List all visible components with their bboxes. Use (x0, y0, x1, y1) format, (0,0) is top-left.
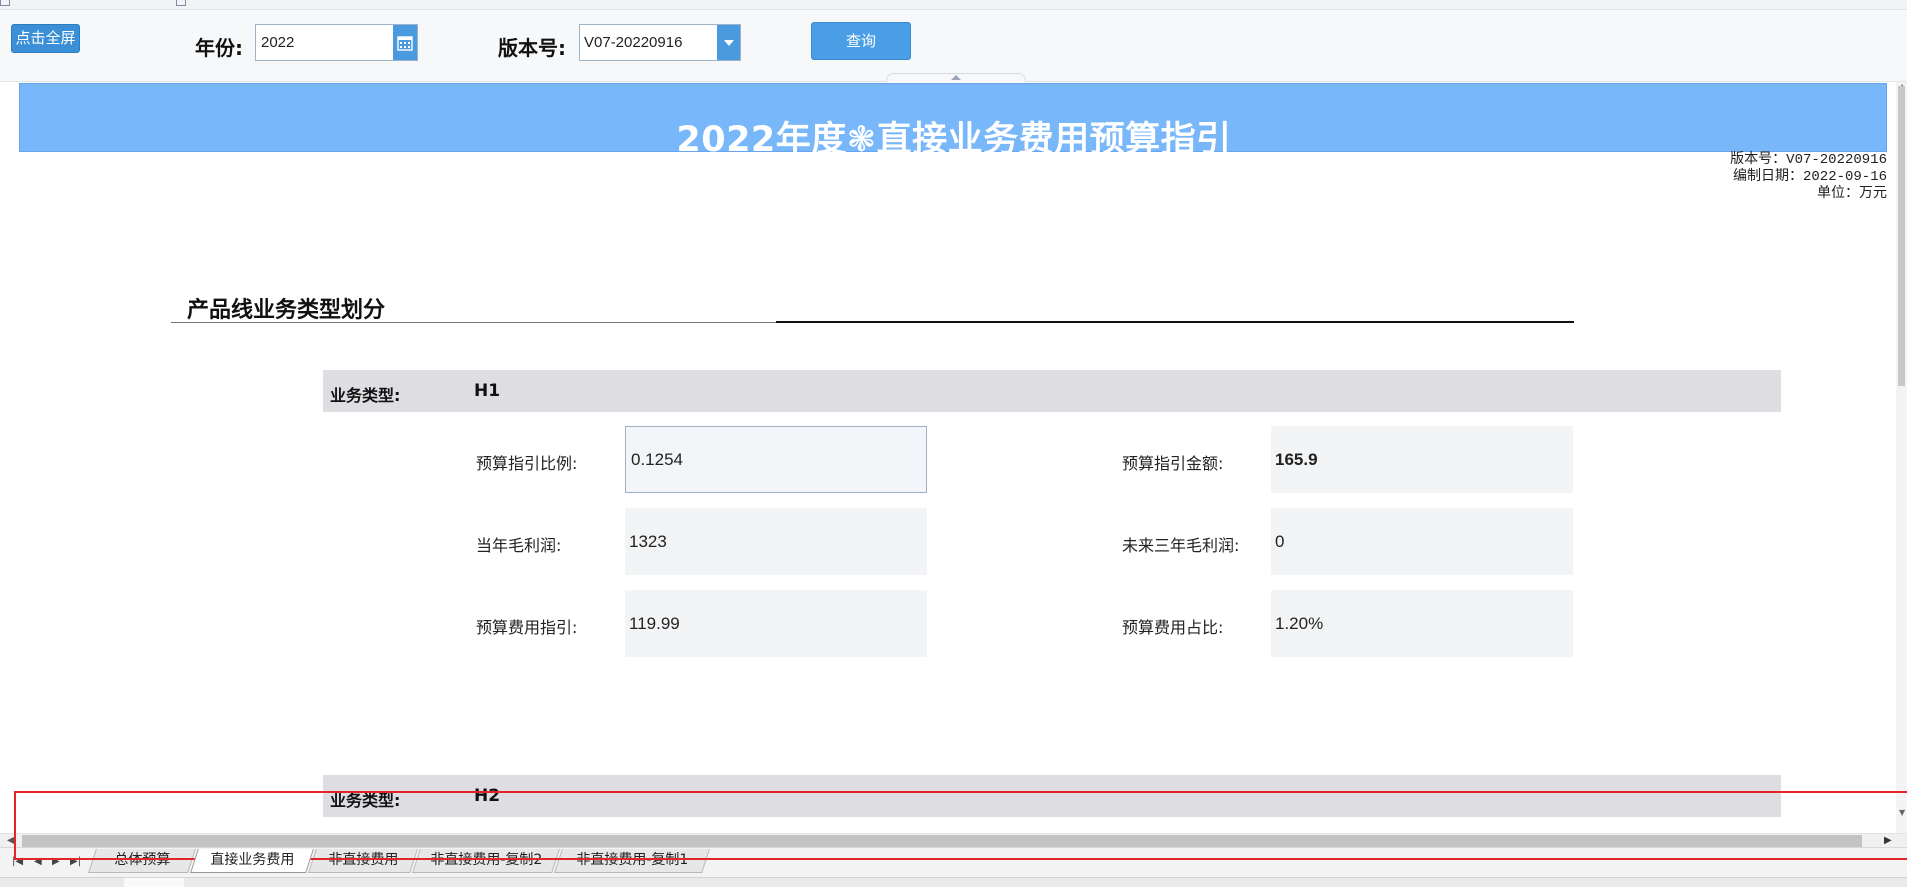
fullscreen-button[interactable]: 点击全屏 (11, 24, 80, 53)
scroll-down-icon[interactable]: ▼ (1899, 808, 1905, 817)
version-select-value: V07-20220916 (584, 34, 683, 51)
expense-cell: 119.99 (625, 590, 927, 657)
section-divider (776, 321, 1574, 323)
sheet-tab-indirect-copy-2[interactable]: 非直接费用-复制2 (412, 849, 560, 873)
business-type-bar: 业务类型: H2 (323, 775, 1781, 817)
amount-cell: 165.9 (1271, 426, 1573, 493)
year-label: 年份: (195, 36, 243, 60)
section-divider (171, 322, 776, 323)
ratio-value: 0.1254 (631, 450, 683, 469)
vertical-scrollbar[interactable]: ▲ ▼ (1896, 82, 1907, 834)
sheet-tab-indirect-expense[interactable]: 非直接费用 (308, 849, 418, 873)
section-title: 产品线业务类型划分 (187, 298, 386, 323)
next-sheet-icon[interactable]: ▶ (52, 856, 60, 867)
ratio-input[interactable]: 0.1254 (625, 426, 927, 493)
horizontal-scroll-thumb[interactable] (22, 835, 1862, 847)
report-meta: 版本号：V07-20220916 编制日期：2022-09-16 单位：万元 (1730, 152, 1887, 203)
expense-value: 119.99 (629, 614, 680, 633)
calendar-icon[interactable] (393, 25, 417, 60)
business-type-label: 业务类型: (330, 386, 401, 405)
expense-ratio-label: 预算费用占比: (1122, 618, 1224, 637)
profit-label: 当年毛利润: (476, 536, 562, 555)
window-fragment-icon (176, 0, 186, 6)
expense-ratio-value: 1.20% (1275, 614, 1324, 633)
vertical-scroll-thumb[interactable] (1898, 86, 1905, 386)
profit-value: 1323 (629, 532, 667, 551)
first-sheet-icon[interactable]: |◀ (12, 856, 23, 867)
year-input-value: 2022 (261, 34, 295, 51)
future-profit-cell: 0 (1271, 508, 1573, 575)
prev-sheet-icon[interactable]: ◀ (34, 856, 42, 867)
status-bar (0, 877, 1907, 887)
meta-version: 版本号：V07-20220916 (1730, 152, 1887, 168)
year-input[interactable]: 2022 (255, 24, 418, 61)
sheet-tab-indirect-copy-1[interactable]: 非直接费用-复制1 (554, 849, 710, 873)
app-window: 点击全屏 年份: 2022 版本号: V07-20220916 查询 2022年… (0, 0, 1907, 887)
version-label: 版本号: (498, 36, 566, 60)
report-banner: 2022年度❃直接业务费用预算指引 (19, 83, 1887, 160)
meta-unit: 单位：万元 (1817, 186, 1887, 202)
top-strip (0, 0, 1907, 10)
amount-label: 预算指引金额: (1122, 454, 1224, 473)
status-block (124, 878, 184, 887)
query-toolbar: 点击全屏 年份: 2022 版本号: V07-20220916 查询 (0, 10, 1907, 83)
scroll-left-icon[interactable]: ◀ (7, 834, 15, 848)
chevron-down-icon[interactable] (717, 25, 740, 60)
window-fragment-icon (0, 0, 10, 6)
scroll-right-icon[interactable]: ▶ (1884, 834, 1892, 848)
expense-ratio-cell: 1.20% (1271, 590, 1573, 657)
ratio-label: 预算指引比例: (476, 454, 578, 473)
expense-label: 预算费用指引: (476, 618, 578, 637)
report-title: 2022年度❃直接业务费用预算指引 (676, 120, 1232, 160)
report-sheet: 2022年度❃直接业务费用预算指引 版本号：V07-20220916 编制日期：… (0, 82, 1907, 834)
version-select[interactable]: V07-20220916 (579, 24, 741, 61)
sheet-tab-bar: |◀ ◀ ▶ ▶| 总体预算 直接业务费用 非直接费用 非直接费用-复制2 非直… (0, 847, 1907, 877)
profit-cell: 1323 (625, 508, 927, 575)
business-type-label: 业务类型: (330, 791, 401, 810)
last-sheet-icon[interactable]: ▶| (70, 856, 81, 867)
query-button[interactable]: 查询 (811, 22, 911, 60)
business-type-value: H2 (474, 786, 501, 806)
sheet-tab-direct-expense[interactable]: 直接业务费用 (190, 849, 314, 873)
horizontal-scrollbar[interactable]: ◀ ▶ (0, 833, 1907, 847)
amount-value: 165.9 (1275, 450, 1318, 469)
future-profit-value: 0 (1275, 532, 1285, 551)
business-type-bar: 业务类型: H1 (323, 370, 1781, 412)
future-profit-label: 未来三年毛利润: (1122, 536, 1240, 555)
sheet-tab-overall-budget[interactable]: 总体预算 (88, 849, 196, 873)
meta-date: 编制日期：2022-09-16 (1732, 169, 1887, 185)
business-type-value: H1 (474, 381, 501, 401)
